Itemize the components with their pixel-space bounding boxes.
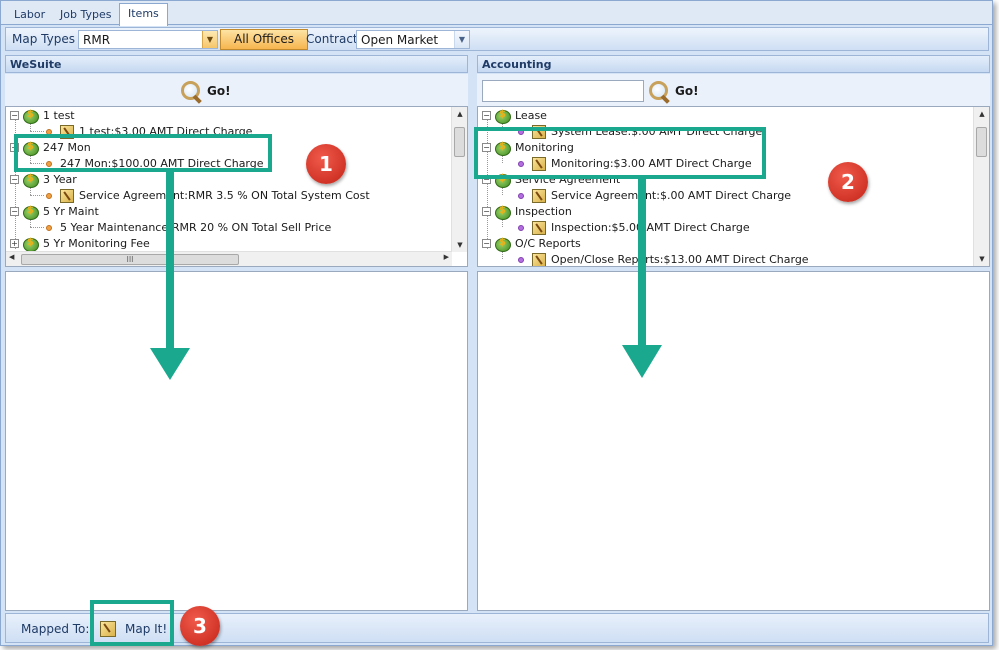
step-badge-3: 3 — [180, 606, 220, 646]
step-badge-1: 1 — [306, 144, 346, 184]
arrow-head — [622, 345, 662, 378]
step-badge-2: 2 — [828, 162, 868, 202]
annotation-overlay — [150, 170, 662, 380]
highlight-box-3 — [90, 600, 174, 646]
arrow-head — [150, 348, 190, 380]
highlight-box-2 — [474, 127, 766, 179]
highlight-box-1 — [14, 134, 272, 172]
